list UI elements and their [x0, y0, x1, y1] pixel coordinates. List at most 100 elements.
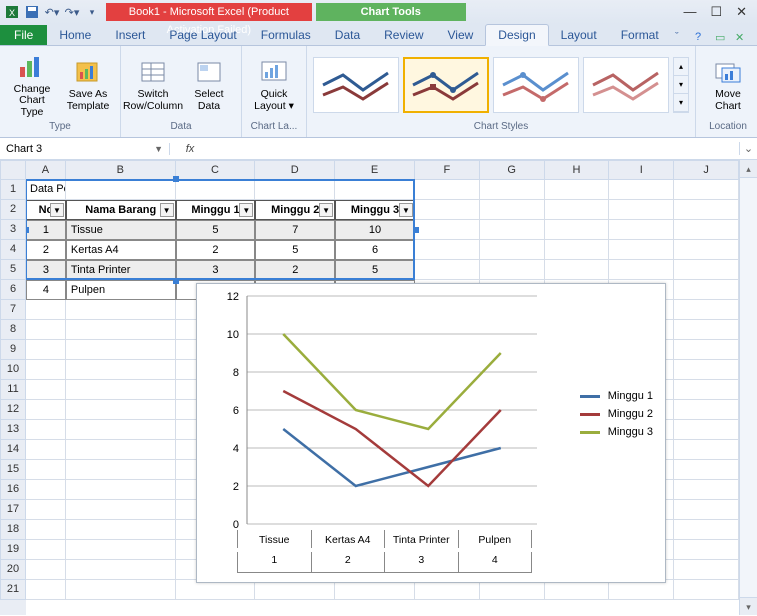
cell[interactable] [26, 360, 66, 380]
cell[interactable]: 3 [26, 260, 66, 280]
row-header[interactable]: 20 [0, 560, 26, 580]
grid[interactable]: ABCDEFGHIJ Data PembelianNo▼Nama Barang▼… [26, 160, 739, 615]
row-header[interactable]: 18 [0, 520, 26, 540]
cell[interactable]: 7 [255, 220, 335, 240]
cell[interactable] [255, 180, 335, 200]
row-header[interactable]: 3 [0, 220, 26, 240]
close-button[interactable]: ✕ [736, 4, 747, 20]
cell[interactable] [26, 320, 66, 340]
cell[interactable]: 5 [255, 240, 335, 260]
cell[interactable] [674, 560, 739, 580]
column-header[interactable]: A [26, 160, 66, 180]
cell[interactable]: No▼ [26, 200, 66, 220]
select-all-corner[interactable] [0, 160, 26, 180]
tab-design[interactable]: Design [485, 24, 548, 46]
row-header[interactable]: 6 [0, 280, 26, 300]
column-header[interactable]: H [545, 160, 610, 180]
cell[interactable] [674, 420, 739, 440]
cell[interactable] [66, 580, 176, 600]
row-header[interactable]: 14 [0, 440, 26, 460]
cell[interactable]: 5 [176, 220, 256, 240]
worksheet[interactable]: 123456789101112131415161718192021 ABCDEF… [0, 160, 757, 615]
name-box-dropdown-icon[interactable]: ▼ [154, 144, 163, 154]
save-icon[interactable] [24, 4, 40, 20]
cell[interactable] [66, 380, 176, 400]
cell[interactable] [66, 400, 176, 420]
tab-format[interactable]: Format [609, 25, 671, 45]
cell[interactable] [674, 320, 739, 340]
legend-item[interactable]: Minggu 1 [580, 390, 653, 402]
cell[interactable] [545, 200, 610, 220]
cell[interactable] [674, 460, 739, 480]
column-header[interactable]: I [609, 160, 674, 180]
cell[interactable] [66, 520, 176, 540]
cell[interactable] [674, 400, 739, 420]
legend-item[interactable]: Minggu 2 [580, 408, 653, 420]
column-header[interactable]: E [335, 160, 415, 180]
cell[interactable]: Minggu 1▼ [176, 200, 256, 220]
row-header[interactable]: 12 [0, 400, 26, 420]
cell[interactable]: Tinta Printer [66, 260, 176, 280]
cell[interactable]: Pulpen [66, 280, 176, 300]
row-header[interactable]: 16 [0, 480, 26, 500]
qat-dropdown-icon[interactable]: ▾ [84, 4, 100, 20]
cell[interactable]: 2 [176, 240, 256, 260]
row-header[interactable]: 17 [0, 500, 26, 520]
cell[interactable] [415, 180, 480, 200]
cell[interactable] [66, 320, 176, 340]
legend-item[interactable]: Minggu 3 [580, 426, 653, 438]
cell[interactable] [674, 180, 739, 200]
cell[interactable] [674, 280, 739, 300]
filter-icon[interactable]: ▼ [319, 203, 333, 217]
cell[interactable] [674, 220, 739, 240]
formula-expand-icon[interactable]: ⌄ [739, 142, 757, 155]
cell[interactable] [545, 240, 610, 260]
cell[interactable]: 4 [26, 280, 66, 300]
scroll-up-icon[interactable]: ▴ [740, 160, 757, 178]
name-box[interactable]: Chart 3 ▼ [0, 143, 170, 155]
cell[interactable] [609, 200, 674, 220]
row-header[interactable]: 4 [0, 240, 26, 260]
cell[interactable]: 2 [26, 240, 66, 260]
row-header[interactable]: 9 [0, 340, 26, 360]
select-data-button[interactable]: Select Data [183, 55, 235, 114]
row-header[interactable]: 19 [0, 540, 26, 560]
cell[interactable] [674, 440, 739, 460]
cell[interactable] [609, 260, 674, 280]
cell[interactable] [26, 560, 66, 580]
column-header[interactable]: G [480, 160, 545, 180]
cell[interactable] [674, 200, 739, 220]
cell[interactable]: 6 [335, 240, 415, 260]
chart-style-4[interactable] [583, 57, 669, 113]
cell[interactable]: Minggu 3▼ [335, 200, 415, 220]
cell[interactable] [480, 180, 545, 200]
restore-window-icon[interactable]: ▭ [715, 31, 729, 45]
cell[interactable] [66, 340, 176, 360]
tab-data[interactable]: Data [323, 25, 372, 45]
cell[interactable]: 5 [335, 260, 415, 280]
cell[interactable] [26, 440, 66, 460]
cell[interactable] [26, 400, 66, 420]
cell[interactable] [480, 240, 545, 260]
cell[interactable] [335, 180, 415, 200]
cell[interactable] [415, 260, 480, 280]
tab-home[interactable]: Home [47, 25, 103, 45]
cell[interactable] [545, 180, 610, 200]
cell[interactable] [415, 220, 480, 240]
cell[interactable] [674, 300, 739, 320]
row-header[interactable]: 5 [0, 260, 26, 280]
cell[interactable] [415, 200, 480, 220]
save-as-template-button[interactable]: Save As Template [62, 55, 114, 114]
cell[interactable] [66, 440, 176, 460]
cell[interactable] [674, 340, 739, 360]
cell[interactable]: 2 [255, 260, 335, 280]
tab-layout[interactable]: Layout [549, 25, 609, 45]
cell[interactable] [66, 180, 176, 200]
move-chart-button[interactable]: Move Chart [702, 55, 754, 114]
cell[interactable] [480, 200, 545, 220]
cell[interactable] [609, 240, 674, 260]
cell[interactable] [480, 220, 545, 240]
chart-style-1[interactable] [313, 57, 399, 113]
tab-insert[interactable]: Insert [103, 25, 157, 45]
row-header[interactable]: 1 [0, 180, 26, 200]
